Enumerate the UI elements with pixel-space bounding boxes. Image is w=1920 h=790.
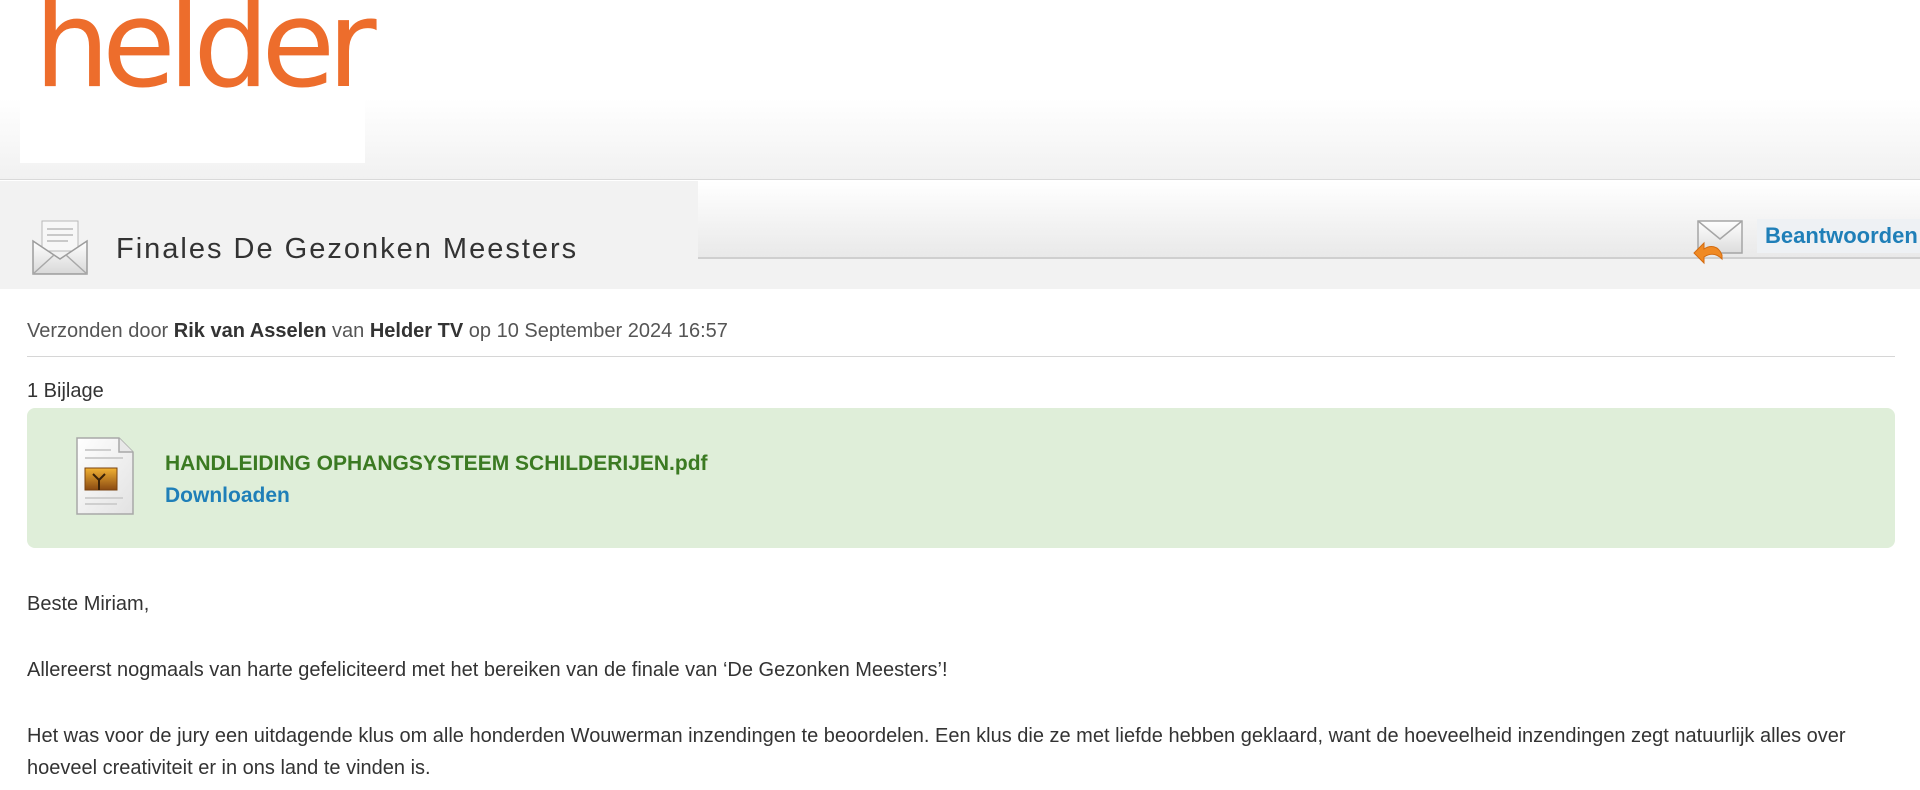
sender-name: Rik van Asselen: [173, 320, 327, 342]
logo[interactable]: helder: [20, 0, 377, 163]
reply-button[interactable]: Beantwoorden: [1692, 215, 1920, 271]
body-paragraph: Het was voor de jury een uitdagende klus…: [27, 725, 1846, 779]
pdf-file-icon[interactable]: [71, 434, 139, 518]
reply-button-label[interactable]: Beantwoorden: [1757, 219, 1920, 253]
message-subject: Finales De Gezonken Meesters: [116, 233, 579, 265]
top-bar: helder: [0, 0, 1920, 180]
message-content: Verzonden door Rik van Asselen van Helde…: [0, 290, 1920, 790]
attachment-item: HANDLEIDING OPHANGSYSTEEM SCHILDERIJEN.p…: [27, 408, 1895, 548]
body-paragraph: Allereerst nogmaals van harte gefelicite…: [27, 659, 948, 681]
message-meta: Verzonden door Rik van Asselen van Helde…: [27, 320, 728, 343]
body-paragraph: Beste Miriam,: [27, 593, 150, 615]
attachment-count: 1 Bijlage: [27, 380, 104, 402]
envelope-open-icon: [32, 220, 88, 275]
download-link[interactable]: Downloaden: [165, 484, 290, 508]
divider: [27, 356, 1895, 357]
attachment-filename: HANDLEIDING OPHANGSYSTEEM SCHILDERIJEN.p…: [165, 452, 708, 475]
sent-date: 10 September 2024 16:57: [496, 320, 728, 342]
logo-text: helder: [34, 0, 377, 115]
meta-from-word: van: [332, 320, 365, 342]
message-header: Finales De Gezonken Meesters Beantwoorde…: [0, 181, 1920, 289]
sender-organization: Helder TV: [369, 320, 464, 342]
meta-on-word: op: [468, 320, 492, 342]
reply-envelope-icon: [1693, 220, 1743, 265]
meta-prefix: Verzonden door: [27, 320, 169, 342]
